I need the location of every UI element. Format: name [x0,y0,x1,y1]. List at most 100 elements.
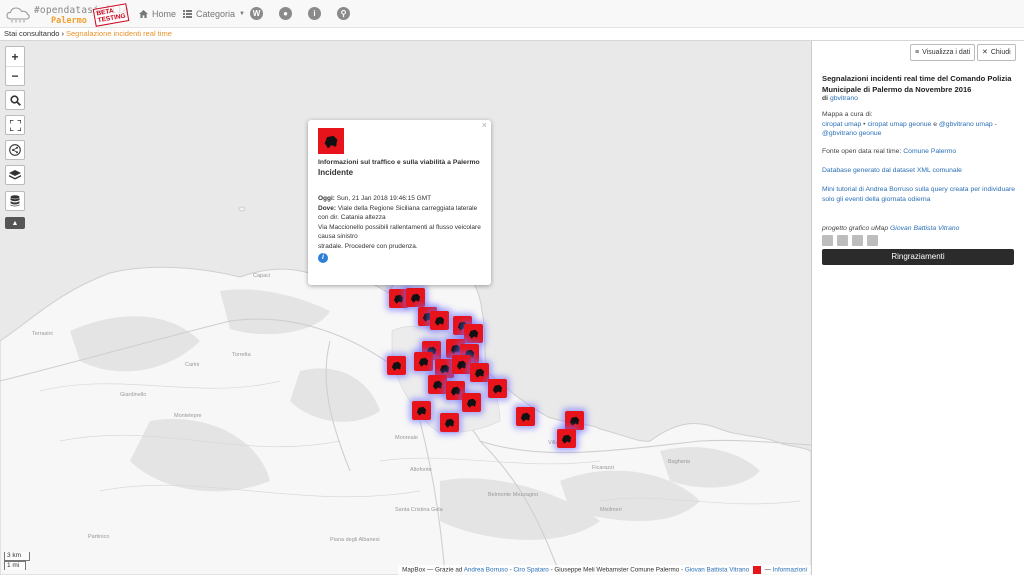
cloud-logo-icon [6,7,30,23]
search-icon[interactable]: ⚲ [337,7,350,20]
incident-marker[interactable] [470,363,489,382]
list-icon: ≡ [915,49,920,56]
incident-marker[interactable] [557,429,576,448]
incident-marker[interactable] [462,393,481,412]
source-link[interactable]: Comune Palermo [903,148,956,155]
info-icon[interactable]: i [308,7,321,20]
nav-home-label: Home [152,8,177,19]
panel-author-link[interactable]: gbvitrano [830,95,858,102]
email-icon[interactable] [852,235,863,246]
panel-credits: Mappa a cura di: ciropat umap • ciropat … [822,110,1017,139]
incident-marker[interactable] [428,375,447,394]
graphic-author-link[interactable]: Giovan Battista Vitrano [890,225,959,232]
incident-marker[interactable] [414,352,433,371]
attribution-ciro-link[interactable]: Ciro Spataro [513,567,548,574]
info-panel: ≡ Visualizza i dati ✕ Chiudi Segnalazion… [811,41,1024,575]
fullscreen-button[interactable] [5,115,25,135]
incident-marker[interactable] [430,311,449,330]
popup-close-icon[interactable]: × [482,120,487,131]
map-attribution: MapBox — Grazie ad Andrea Borruso - Ciro… [398,565,811,575]
compass-icon[interactable]: ● [279,7,292,20]
car-crash-icon [520,412,531,422]
zoom-out-button[interactable]: − [6,66,24,85]
credit-link-4[interactable]: @gbvitrano geonue [822,130,881,137]
close-icon: ✕ [982,49,988,56]
map-label-carini: Carini [185,362,199,368]
nav-home[interactable]: Home [139,0,176,28]
chevron-right-icon: › [61,29,64,38]
incident-marker[interactable] [452,355,471,374]
close-panel-button[interactable]: ✕ Chiudi [977,44,1016,61]
popup-subtitle: Incidente [318,167,354,177]
home-share-icon[interactable] [822,235,833,246]
credits-label: Mappa a cura di: [822,111,873,118]
map-label-altofonte: Altofonte [410,467,432,473]
view-data-label: Visualizza i dati [922,49,971,56]
wordpress-icon[interactable]: W [250,7,263,20]
fullscreen-icon [9,119,21,131]
search-map-button[interactable] [5,90,25,110]
list-icon [183,10,192,18]
breadcrumb-current[interactable]: Segnalazione incidenti real time [66,29,172,38]
search-icon [9,94,21,106]
zoom-in-button[interactable]: + [6,47,24,66]
map-label-belmonte: Belmonte Mezzagno [488,492,538,498]
incident-marker[interactable] [406,288,425,307]
incident-marker[interactable] [412,401,431,420]
credit-link-3[interactable]: @gbvitrano umap [939,121,993,128]
incident-badge-icon [752,566,761,574]
attribution-andrea-link[interactable]: Andrea Borruso [464,567,508,574]
car-crash-icon [444,418,455,428]
popup-where-value: Viale della Regione Siciliana carreggiat… [318,204,478,222]
popup-where-label: Dove: [318,204,337,212]
car-crash-icon [410,293,421,303]
layers-button[interactable] [5,165,25,185]
database-link[interactable]: Database generato dal dataset XML comuna… [822,166,1017,176]
attribution-info-link[interactable]: Informazioni [773,567,807,574]
tutorial-link[interactable]: Mini tutorial di Andrea Borruso sulla qu… [822,185,1017,204]
map-label-capaci: Capaci [253,273,270,279]
incident-marker[interactable] [387,356,406,375]
data-browser-button[interactable] [5,191,25,211]
credit-link-2[interactable]: ciropat umap geonue [867,121,931,128]
brand-city: Palermo [51,16,87,26]
map-label-bagheria: Bagheria [668,459,691,465]
incident-marker[interactable] [440,413,459,432]
panel-title: Segnalazioni incidenti real time del Com… [822,74,1012,94]
map-label-ficarazzi: Ficarazzi [592,465,614,471]
expand-toggle-button[interactable]: ▲ [5,217,25,229]
incident-marker[interactable] [516,407,535,426]
share-buttons [822,235,878,246]
incident-marker[interactable] [464,324,483,343]
caret-up-icon: ▲ [11,219,19,227]
graphic-label: progetto grafico uMap [822,225,889,232]
view-data-button[interactable]: ≡ Visualizza i dati [910,44,976,61]
attribution-giovan-link[interactable]: Giovan Battista Vitrano [685,567,749,574]
popup-date-row: Oggi: Sun, 21 Jan 2018 19:46:15 GMT [318,194,481,204]
nav-categoria-label: Categoria [196,8,236,19]
incident-marker[interactable] [488,379,507,398]
map-label-santa-cristina: Santa Cristina Gela [395,507,444,513]
site-logo[interactable]: #opendatasicilia Palermo BETA TESTING [6,2,130,27]
incident-type-icon [318,128,344,154]
popup-title: Informazioni sul traffico e sulla viabil… [318,159,480,166]
panel-author-prefix: di [822,95,829,102]
panel-source: Fonte open data real time: Comune Palerm… [822,147,1017,157]
info-circle-icon[interactable]: i [318,253,328,263]
car-crash-icon [439,364,450,374]
car-crash-icon [418,357,429,367]
incident-marker[interactable] [565,411,584,430]
thanks-button[interactable]: Ringraziamenti [822,249,1014,265]
share-map-button[interactable] [5,140,25,160]
facebook-icon[interactable] [867,235,878,246]
credit-link-1[interactable]: ciropat umap [822,121,861,128]
twitter-icon[interactable] [837,235,848,246]
map-label-terrasini: Terrasini [32,331,53,337]
nav-categoria-dropdown[interactable]: Categoria ▼ [183,0,245,28]
breadcrumb-prefix: Stai consultando [4,29,60,38]
scale-km: 3 km [4,552,30,561]
map-label-partinico: Partinico [88,534,109,540]
map-label-montelepre: Montelepre [174,413,202,419]
attribution-prefix: MapBox — Grazie ad [402,566,463,574]
map-canvas[interactable]: Capaci Terrasini Carini Torretta Montele… [0,41,811,575]
